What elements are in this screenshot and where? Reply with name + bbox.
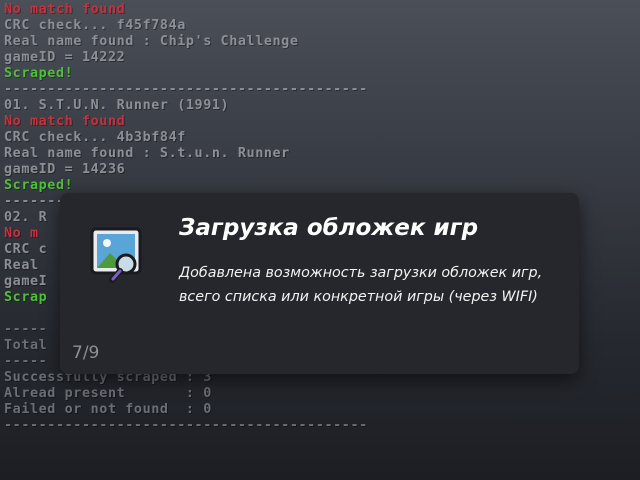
log-line: Real name found : Chip's Challenge [4,34,299,49]
log-line: Alread present : 0 [4,386,212,401]
log-line: CRC check... 4b3bf84f [4,130,186,145]
log-line: ----------------------------------------… [4,418,368,433]
toast-title: Загрузка обложек игр [179,215,479,241]
log-line: CRC check... f45f784a [4,18,186,33]
log-line: No match found [4,114,126,129]
log-line: ----------------------------------------… [4,82,368,97]
toast-counter: 7/9 [72,343,100,363]
log-line: Real name found : S.t.u.n. Runner [4,146,290,161]
image-search-icon [88,227,148,287]
log-line: Scraped! [4,66,74,81]
log-line: Scraped! [4,178,74,193]
log-line: gameID = 14236 [4,162,126,177]
log-line: 01. S.T.U.N. Runner (1991) [4,98,230,113]
log-line: No match found [4,2,126,17]
log-line: Failed or not found : 0 [4,402,212,417]
feature-toast[interactable]: Загрузка обложек игр Добавлена возможнос… [60,193,579,374]
log-line: gameID = 14222 [4,50,126,65]
toast-description: Добавлена возможность загрузки обложек и… [179,265,543,305]
